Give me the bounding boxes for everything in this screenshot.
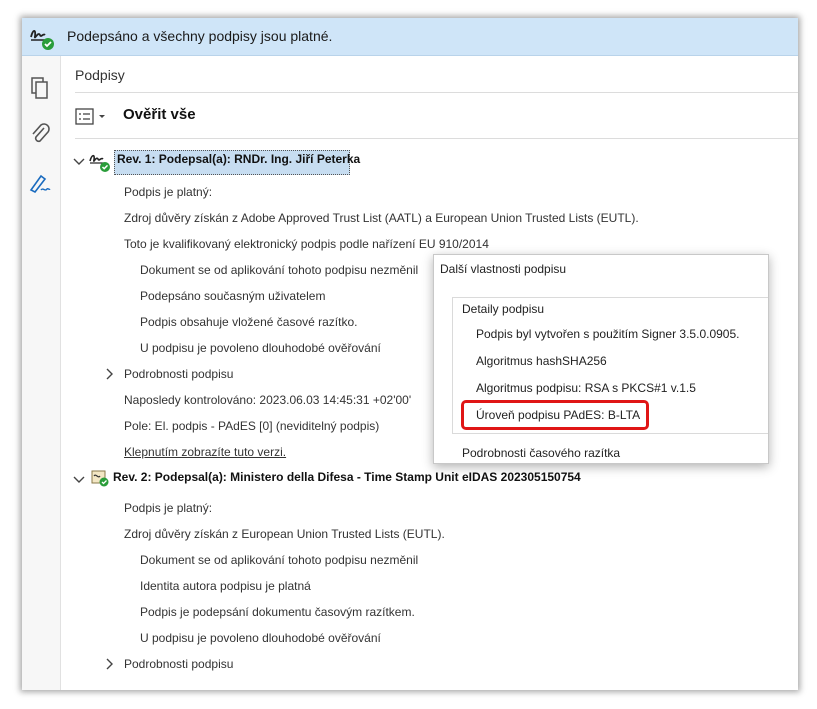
- attachment-icon[interactable]: [27, 120, 53, 146]
- timestamp-details-group[interactable]: Podrobnosti časového razítka: [462, 446, 620, 460]
- rev1-valid: Podpis je platný:: [124, 185, 213, 199]
- rev2-trust: Zdroj důvěry získán z European Union Tru…: [124, 527, 445, 541]
- chevron-right-icon[interactable]: [104, 368, 116, 380]
- rev2-valid: Podpis je platný:: [124, 501, 213, 515]
- rev1-view-version-link[interactable]: Klepnutím zobrazíte tuto verzi.: [124, 445, 286, 459]
- signature-valid-icon: [89, 154, 110, 172]
- divider: [75, 92, 798, 93]
- rev2-sub-item: U podpisu je povoleno dlouhodobé ověřová…: [140, 631, 381, 645]
- popup-item: Algoritmus hashSHA256: [476, 354, 607, 368]
- signature-valid-icon: [30, 29, 54, 50]
- rev1-qualified: Toto je kvalifikovaný elektronický podpi…: [124, 237, 489, 251]
- pades-level-item: Úroveň podpisu PAdES: B-LTA: [476, 408, 641, 422]
- popup-title: Další vlastnosti podpisu: [440, 262, 567, 276]
- list-options-icon[interactable]: [75, 108, 109, 126]
- signature-properties-popup: Další vlastnosti podpisu Detaily podpisu…: [433, 254, 769, 464]
- divider: [452, 433, 768, 434]
- group-label: Detaily podpisu: [462, 302, 545, 316]
- chevron-down-icon[interactable]: [73, 156, 85, 168]
- signature-status-banner: Podepsáno a všechny podpisy jsou platné.: [22, 18, 798, 56]
- rev1-trust: Zdroj důvěry získán z Adobe Approved Tru…: [124, 211, 639, 225]
- rev2-sub-item: Identita autora podpisu je platná: [140, 579, 311, 593]
- rev1-sub-item: Podpis obsahuje vložené časové razítko.: [140, 315, 358, 329]
- popup-item: Podpis byl vytvořen s použitím Signer 3.…: [476, 327, 740, 341]
- divider: [75, 138, 798, 139]
- banner-text: Podepsáno a všechny podpisy jsou platné.: [67, 28, 333, 44]
- verify-all-button[interactable]: Ověřit vše: [123, 106, 196, 123]
- rev1-details-toggle[interactable]: Podrobnosti podpisu: [124, 367, 233, 381]
- rev1-sub-item: Dokument se od aplikování tohoto podpisu…: [140, 263, 419, 277]
- rev1-sub-item: Podepsáno současným uživatelem: [140, 289, 326, 303]
- rev1-field: Pole: El. podpis - PAdES [0] (neviditeln…: [124, 419, 380, 433]
- chevron-right-icon[interactable]: [104, 658, 116, 670]
- rev2-sub-item: Podpis je podepsání dokumentu časovým ra…: [140, 605, 415, 619]
- rev2-sub-item: Dokument se od aplikování tohoto podpisu…: [140, 553, 419, 567]
- rev2-details-toggle[interactable]: Podrobnosti podpisu: [124, 657, 233, 671]
- rev1-sub-item: U podpisu je povoleno dlouhodobé ověřová…: [140, 341, 381, 355]
- panel-title: Podpisy: [75, 67, 125, 83]
- rev1-heading[interactable]: Rev. 1: Podepsal(a): RNDr. Ing. Jiří Pet…: [114, 150, 360, 175]
- left-navigation-bar: [22, 56, 61, 690]
- certified-signature-icon: [91, 470, 109, 487]
- rev1-last-checked: Naposledy kontrolováno: 2023.06.03 14:45…: [124, 393, 412, 407]
- popup-item: Algoritmus podpisu: RSA s PKCS#1 v.1.5: [476, 381, 696, 395]
- signature-pen-icon[interactable]: [27, 170, 53, 196]
- chevron-down-icon[interactable]: [73, 474, 85, 486]
- pages-icon[interactable]: [27, 75, 53, 101]
- rev2-heading[interactable]: Rev. 2: Podepsal(a): Ministero della Dif…: [113, 470, 581, 484]
